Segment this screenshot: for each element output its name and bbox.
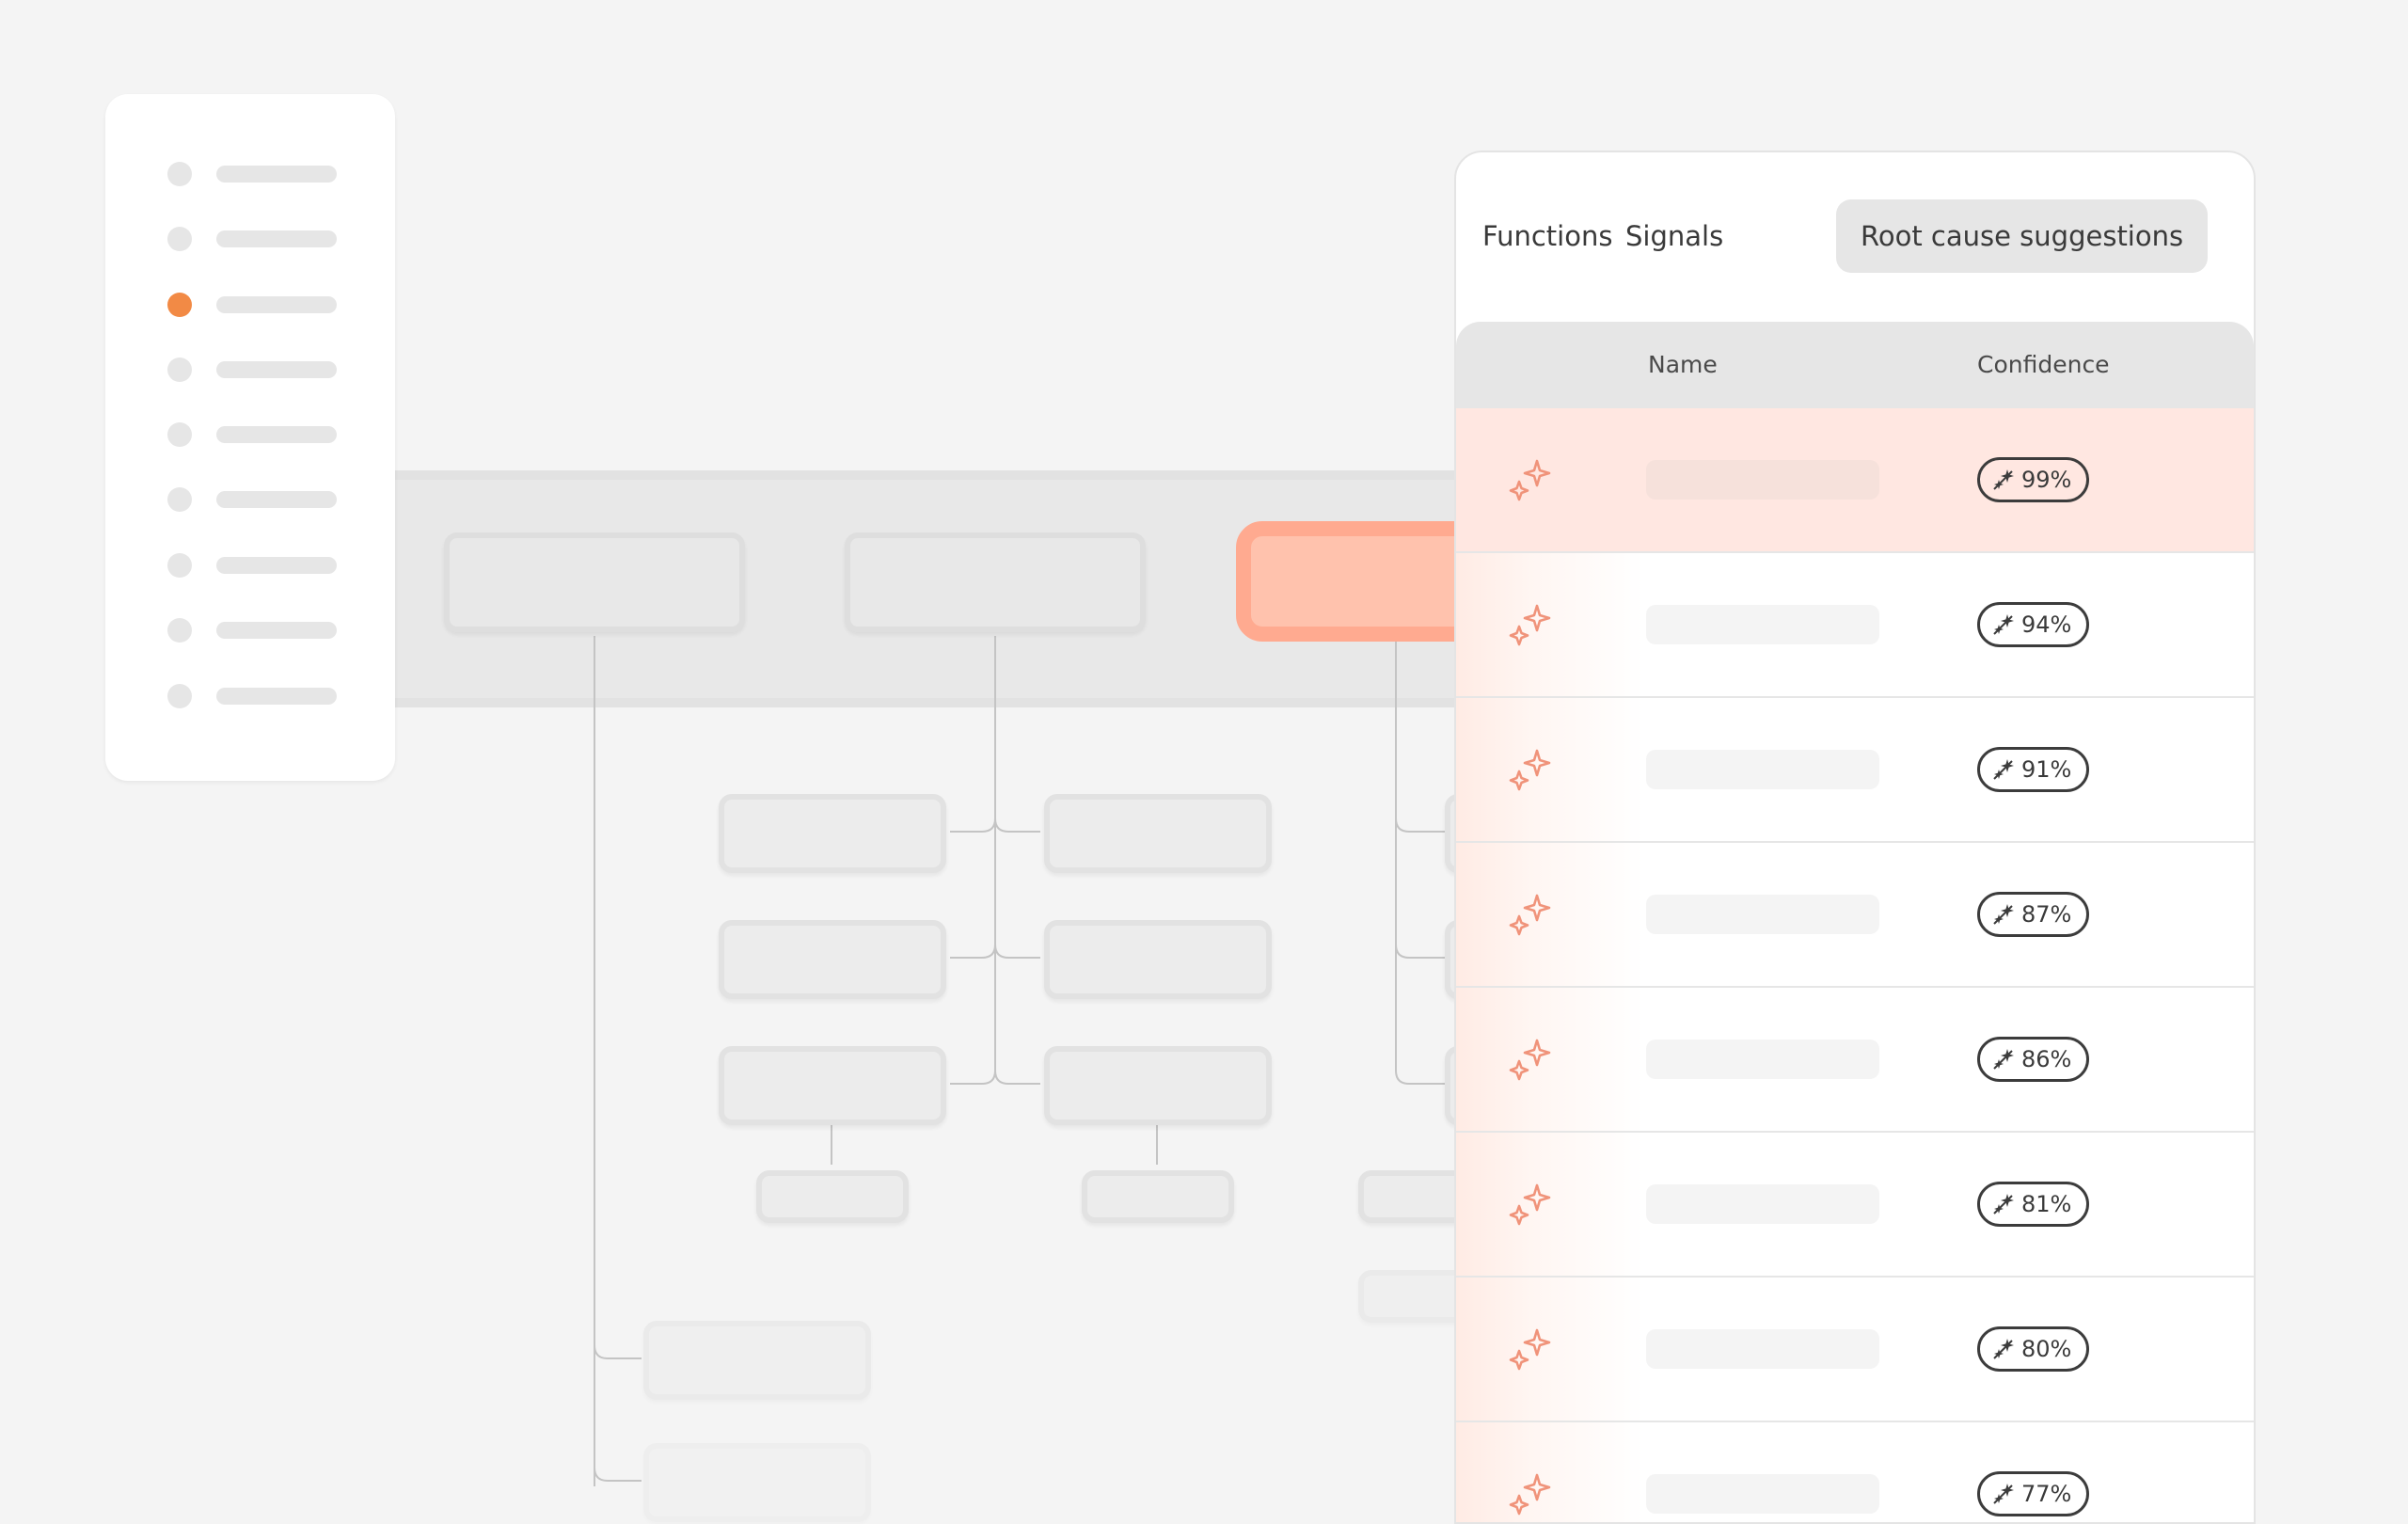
confidence-badge: 91%: [1977, 747, 2090, 792]
tree-node[interactable]: [643, 1321, 871, 1400]
confidence-value: 99%: [2021, 467, 2072, 493]
magic-wand-icon: [1991, 468, 2016, 492]
confidence-badge: 94%: [1977, 602, 2090, 647]
confidence-badge: 80%: [1977, 1326, 2090, 1372]
column-header-confidence[interactable]: Confidence: [1977, 322, 2110, 408]
sparkle-icon: [1503, 1323, 1556, 1375]
name-placeholder: [1646, 895, 1879, 934]
magic-wand-icon: [1991, 1482, 2016, 1506]
tree-node[interactable]: [719, 1046, 946, 1125]
sidebar-item-label-placeholder: [216, 166, 337, 183]
root-cause-panel: Functions Signals Root cause suggestions…: [1454, 151, 2256, 1524]
confidence-badge: 87%: [1977, 892, 2090, 937]
sparkle-icon: [1503, 598, 1556, 651]
tree-node[interactable]: [1044, 794, 1272, 873]
sidebar-item-label-placeholder: [216, 230, 337, 247]
table-row[interactable]: 91%: [1456, 698, 2254, 843]
table-row[interactable]: 80%: [1456, 1278, 2254, 1422]
sidebar-item[interactable]: [167, 487, 346, 512]
tree-node[interactable]: [845, 532, 1146, 632]
sparkle-icon: [1503, 743, 1556, 796]
table-row[interactable]: 87%: [1456, 843, 2254, 988]
magic-wand-icon: [1991, 757, 2016, 782]
confidence-value: 77%: [2021, 1481, 2072, 1507]
magic-wand-icon: [1991, 1047, 2016, 1072]
confidence-value: 94%: [2021, 611, 2072, 638]
name-placeholder: [1646, 605, 1879, 644]
sidebar-item-label-placeholder: [216, 557, 337, 574]
column-header-name[interactable]: Name: [1648, 322, 1718, 408]
dot-icon: [167, 227, 192, 251]
sparkle-icon: [1503, 453, 1556, 506]
dot-icon: [167, 684, 192, 708]
confidence-badge: 86%: [1977, 1037, 2090, 1082]
tab-root-cause-suggestions[interactable]: Root cause suggestions: [1836, 199, 2209, 273]
sidebar-item[interactable]: [167, 684, 346, 708]
sparkle-icon: [1503, 1033, 1556, 1086]
confidence-value: 81%: [2021, 1191, 2072, 1217]
name-placeholder: [1646, 1329, 1879, 1369]
table-row[interactable]: 77%: [1456, 1422, 2254, 1522]
confidence-badge: 77%: [1977, 1471, 2090, 1516]
sparkle-icon: [1503, 1468, 1556, 1520]
tree-node[interactable]: [719, 794, 946, 873]
tree-node[interactable]: [1044, 1046, 1272, 1125]
magic-wand-icon: [1991, 1192, 2016, 1216]
tree-node[interactable]: [643, 1443, 871, 1522]
sparkle-icon: [1503, 888, 1556, 941]
table-row[interactable]: 99%: [1456, 408, 2254, 553]
magic-wand-icon: [1991, 902, 2016, 927]
magic-wand-icon: [1991, 612, 2016, 637]
magic-wand-icon: [1991, 1337, 2016, 1361]
dot-icon: [167, 487, 192, 512]
name-placeholder: [1646, 1040, 1879, 1079]
sidebar-item[interactable]: [167, 293, 346, 317]
table-header: Name Confidence: [1456, 322, 2254, 408]
sidebar-item-label-placeholder: [216, 361, 337, 378]
panel-tabs: Functions Signals Root cause suggestions: [1456, 199, 2254, 273]
dot-icon: [167, 422, 192, 447]
sidebar-item-label-placeholder: [216, 688, 337, 705]
active-dot-icon: [167, 293, 192, 317]
tree-node[interactable]: [719, 920, 946, 999]
confidence-badge: 81%: [1977, 1182, 2090, 1227]
sidebar-item[interactable]: [167, 162, 346, 186]
confidence-badge: 99%: [1977, 457, 2090, 502]
tab-signals[interactable]: Signals: [1601, 199, 1748, 273]
confidence-value: 86%: [2021, 1046, 2072, 1072]
confidence-value: 91%: [2021, 756, 2072, 783]
confidence-value: 87%: [2021, 901, 2072, 928]
dot-icon: [167, 162, 192, 186]
sparkle-icon: [1503, 1178, 1556, 1230]
table-row[interactable]: 86%: [1456, 988, 2254, 1133]
name-placeholder: [1646, 1474, 1879, 1514]
tree-node[interactable]: [1044, 920, 1272, 999]
sidebar-item-label-placeholder: [216, 622, 337, 639]
tree-node[interactable]: [444, 532, 745, 632]
sidebar-item[interactable]: [167, 357, 346, 382]
dot-icon: [167, 553, 192, 578]
dot-icon: [167, 618, 192, 643]
sidebar-item-label-placeholder: [216, 426, 337, 443]
sidebar-item[interactable]: [167, 227, 346, 251]
name-placeholder: [1646, 750, 1879, 789]
name-placeholder: [1646, 460, 1879, 500]
table-row[interactable]: 94%: [1456, 553, 2254, 698]
tree-node[interactable]: [1082, 1170, 1234, 1223]
name-placeholder: [1646, 1184, 1879, 1224]
sidebar-nav: [105, 94, 395, 781]
sidebar-item-label-placeholder: [216, 296, 337, 313]
sidebar-item[interactable]: [167, 618, 346, 643]
dot-icon: [167, 357, 192, 382]
table-row[interactable]: 81%: [1456, 1133, 2254, 1278]
sidebar-item-label-placeholder: [216, 491, 337, 508]
confidence-value: 80%: [2021, 1336, 2072, 1362]
tree-node[interactable]: [756, 1170, 909, 1223]
sidebar-item[interactable]: [167, 422, 346, 447]
sidebar-item[interactable]: [167, 553, 346, 578]
